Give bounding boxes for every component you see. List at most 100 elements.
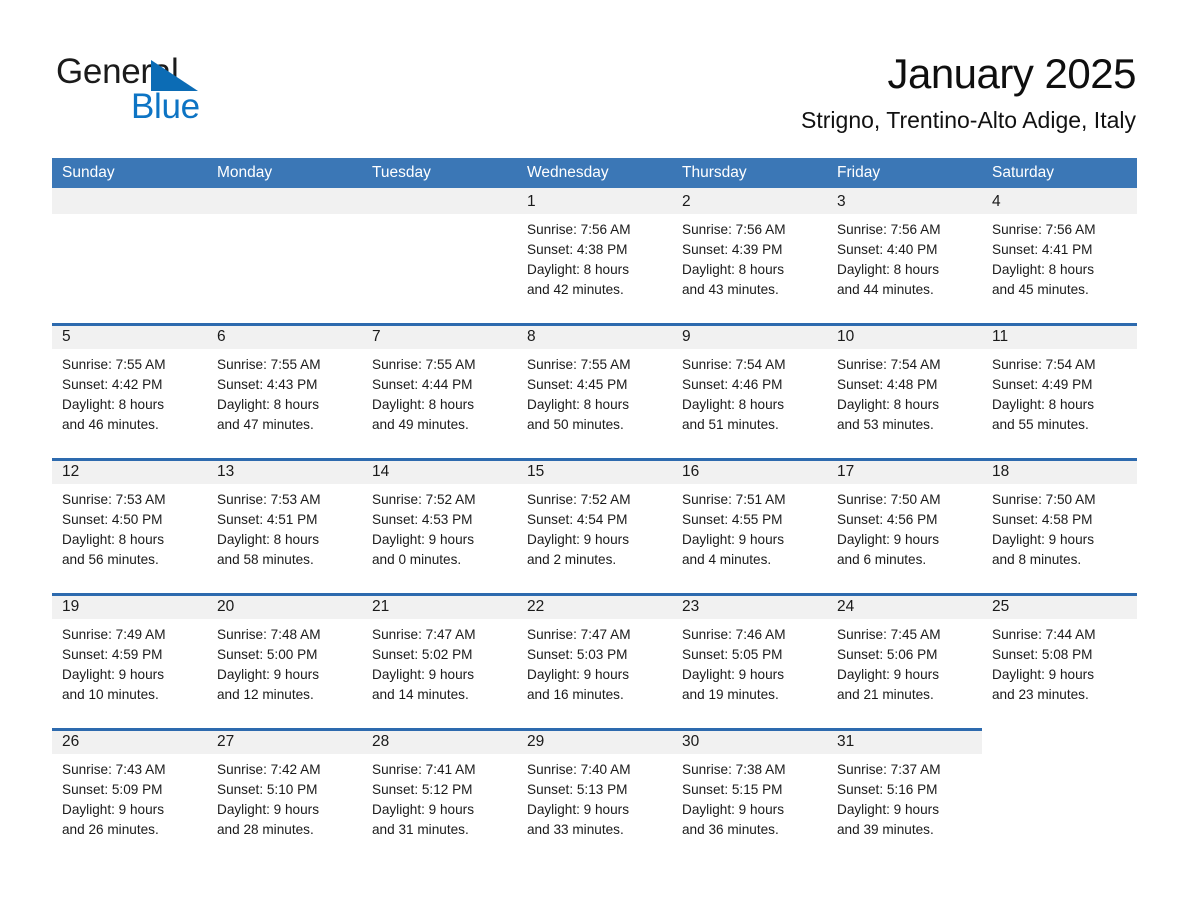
daylight-text-line1: Daylight: 9 hours	[217, 802, 320, 817]
day-number-band: 27	[207, 728, 362, 754]
daylight-text-line1: Daylight: 9 hours	[62, 667, 165, 682]
day-number: 5	[62, 328, 71, 345]
day-number-band: 22	[517, 593, 672, 619]
daylight-text-line1: Daylight: 8 hours	[217, 397, 320, 412]
day-cell[interactable]: 1 Sunrise: 7:56 AM Sunset: 4:38 PM Dayli…	[517, 188, 672, 323]
day-cell[interactable]: 18 Sunrise: 7:50 AM Sunset: 4:58 PM Dayl…	[982, 458, 1137, 593]
day-details: Sunrise: 7:56 AM Sunset: 4:39 PM Dayligh…	[672, 214, 827, 300]
day-cell[interactable]: 8 Sunrise: 7:55 AM Sunset: 4:45 PM Dayli…	[517, 323, 672, 458]
daylight-text-line1: Daylight: 9 hours	[837, 667, 940, 682]
daylight-text-line1: Daylight: 9 hours	[682, 532, 785, 547]
daylight-text-line1: Daylight: 8 hours	[527, 397, 630, 412]
daylight-text-line2: and 55 minutes.	[992, 417, 1089, 432]
daylight-text-line1: Daylight: 9 hours	[992, 667, 1095, 682]
daylight-text-line1: Daylight: 9 hours	[62, 802, 165, 817]
day-number-band	[52, 188, 207, 214]
calendar-page: General Blue January 2025 Strigno, Trent…	[0, 0, 1188, 918]
sunrise-text: Sunrise: 7:41 AM	[372, 762, 476, 777]
day-cell[interactable]: 28 Sunrise: 7:41 AM Sunset: 5:12 PM Dayl…	[362, 728, 517, 863]
day-cell[interactable]: 13 Sunrise: 7:53 AM Sunset: 4:51 PM Dayl…	[207, 458, 362, 593]
day-cell[interactable]: 24 Sunrise: 7:45 AM Sunset: 5:06 PM Dayl…	[827, 593, 982, 728]
sunrise-text: Sunrise: 7:43 AM	[62, 762, 166, 777]
day-number: 2	[682, 193, 691, 210]
day-number: 23	[682, 598, 700, 615]
sunset-text: Sunset: 4:55 PM	[682, 512, 783, 527]
daylight-text-line2: and 49 minutes.	[372, 417, 469, 432]
day-number: 9	[682, 328, 691, 345]
day-details: Sunrise: 7:50 AM Sunset: 4:58 PM Dayligh…	[982, 484, 1137, 570]
day-number-band: 2	[672, 188, 827, 214]
day-details: Sunrise: 7:41 AM Sunset: 5:12 PM Dayligh…	[362, 754, 517, 840]
daylight-text-line1: Daylight: 8 hours	[992, 262, 1095, 277]
day-details: Sunrise: 7:52 AM Sunset: 4:53 PM Dayligh…	[362, 484, 517, 570]
day-cell[interactable]: 6 Sunrise: 7:55 AM Sunset: 4:43 PM Dayli…	[207, 323, 362, 458]
daylight-text-line2: and 10 minutes.	[62, 687, 159, 702]
daylight-text-line2: and 4 minutes.	[682, 552, 772, 567]
general-blue-logo[interactable]: General Blue	[56, 52, 316, 128]
sunrise-text: Sunrise: 7:51 AM	[682, 492, 786, 507]
day-cell[interactable]: 2 Sunrise: 7:56 AM Sunset: 4:39 PM Dayli…	[672, 188, 827, 323]
day-cell[interactable]: 23 Sunrise: 7:46 AM Sunset: 5:05 PM Dayl…	[672, 593, 827, 728]
daylight-text-line1: Daylight: 9 hours	[527, 802, 630, 817]
day-cell[interactable]: 30 Sunrise: 7:38 AM Sunset: 5:15 PM Dayl…	[672, 728, 827, 863]
day-cell[interactable]: 20 Sunrise: 7:48 AM Sunset: 5:00 PM Dayl…	[207, 593, 362, 728]
day-cell[interactable]: 19 Sunrise: 7:49 AM Sunset: 4:59 PM Dayl…	[52, 593, 207, 728]
sunrise-text: Sunrise: 7:52 AM	[527, 492, 631, 507]
day-details: Sunrise: 7:55 AM Sunset: 4:44 PM Dayligh…	[362, 349, 517, 435]
sunset-text: Sunset: 5:13 PM	[527, 782, 628, 797]
day-cell[interactable]: 14 Sunrise: 7:52 AM Sunset: 4:53 PM Dayl…	[362, 458, 517, 593]
sunset-text: Sunset: 5:05 PM	[682, 647, 783, 662]
daylight-text-line2: and 33 minutes.	[527, 822, 624, 837]
day-number: 18	[992, 463, 1010, 480]
day-cell	[362, 188, 517, 323]
day-cell[interactable]: 4 Sunrise: 7:56 AM Sunset: 4:41 PM Dayli…	[982, 188, 1137, 323]
day-number: 17	[837, 463, 855, 480]
day-number: 30	[682, 733, 700, 750]
sunset-text: Sunset: 4:48 PM	[837, 377, 938, 392]
day-number-band: 3	[827, 188, 982, 214]
day-details: Sunrise: 7:55 AM Sunset: 4:42 PM Dayligh…	[52, 349, 207, 435]
sunset-text: Sunset: 4:56 PM	[837, 512, 938, 527]
daylight-text-line1: Daylight: 9 hours	[217, 667, 320, 682]
day-cell[interactable]: 11 Sunrise: 7:54 AM Sunset: 4:49 PM Dayl…	[982, 323, 1137, 458]
day-number: 13	[217, 463, 235, 480]
title-block: January 2025 Strigno, Trentino-Alto Adig…	[801, 48, 1136, 134]
daylight-text-line1: Daylight: 9 hours	[527, 532, 630, 547]
day-details: Sunrise: 7:38 AM Sunset: 5:15 PM Dayligh…	[672, 754, 827, 840]
day-number-band: 12	[52, 458, 207, 484]
day-cell	[52, 188, 207, 323]
day-cell[interactable]: 12 Sunrise: 7:53 AM Sunset: 4:50 PM Dayl…	[52, 458, 207, 593]
day-number-band: 1	[517, 188, 672, 214]
day-cell[interactable]: 10 Sunrise: 7:54 AM Sunset: 4:48 PM Dayl…	[827, 323, 982, 458]
day-number-band: 9	[672, 323, 827, 349]
day-details	[982, 754, 1137, 760]
day-number-band: 18	[982, 458, 1137, 484]
day-cell[interactable]: 3 Sunrise: 7:56 AM Sunset: 4:40 PM Dayli…	[827, 188, 982, 323]
day-cell[interactable]: 21 Sunrise: 7:47 AM Sunset: 5:02 PM Dayl…	[362, 593, 517, 728]
sunset-text: Sunset: 4:39 PM	[682, 242, 783, 257]
sunset-text: Sunset: 4:43 PM	[217, 377, 318, 392]
day-number: 16	[682, 463, 700, 480]
daylight-text-line2: and 21 minutes.	[837, 687, 934, 702]
daylight-text-line2: and 42 minutes.	[527, 282, 624, 297]
day-number-band	[362, 188, 517, 214]
day-cell[interactable]: 7 Sunrise: 7:55 AM Sunset: 4:44 PM Dayli…	[362, 323, 517, 458]
day-cell[interactable]: 16 Sunrise: 7:51 AM Sunset: 4:55 PM Dayl…	[672, 458, 827, 593]
day-cell[interactable]: 15 Sunrise: 7:52 AM Sunset: 4:54 PM Dayl…	[517, 458, 672, 593]
daylight-text-line1: Daylight: 9 hours	[682, 667, 785, 682]
day-cell[interactable]: 25 Sunrise: 7:44 AM Sunset: 5:08 PM Dayl…	[982, 593, 1137, 728]
day-details: Sunrise: 7:42 AM Sunset: 5:10 PM Dayligh…	[207, 754, 362, 840]
day-details: Sunrise: 7:37 AM Sunset: 5:16 PM Dayligh…	[827, 754, 982, 840]
day-cell[interactable]: 29 Sunrise: 7:40 AM Sunset: 5:13 PM Dayl…	[517, 728, 672, 863]
day-cell[interactable]: 22 Sunrise: 7:47 AM Sunset: 5:03 PM Dayl…	[517, 593, 672, 728]
day-details: Sunrise: 7:54 AM Sunset: 4:48 PM Dayligh…	[827, 349, 982, 435]
day-number: 12	[62, 463, 80, 480]
day-cell[interactable]: 27 Sunrise: 7:42 AM Sunset: 5:10 PM Dayl…	[207, 728, 362, 863]
day-cell[interactable]: 31 Sunrise: 7:37 AM Sunset: 5:16 PM Dayl…	[827, 728, 982, 863]
day-details: Sunrise: 7:55 AM Sunset: 4:43 PM Dayligh…	[207, 349, 362, 435]
day-cell[interactable]: 5 Sunrise: 7:55 AM Sunset: 4:42 PM Dayli…	[52, 323, 207, 458]
day-cell	[207, 188, 362, 323]
day-cell[interactable]: 17 Sunrise: 7:50 AM Sunset: 4:56 PM Dayl…	[827, 458, 982, 593]
day-cell[interactable]: 26 Sunrise: 7:43 AM Sunset: 5:09 PM Dayl…	[52, 728, 207, 863]
day-cell[interactable]: 9 Sunrise: 7:54 AM Sunset: 4:46 PM Dayli…	[672, 323, 827, 458]
